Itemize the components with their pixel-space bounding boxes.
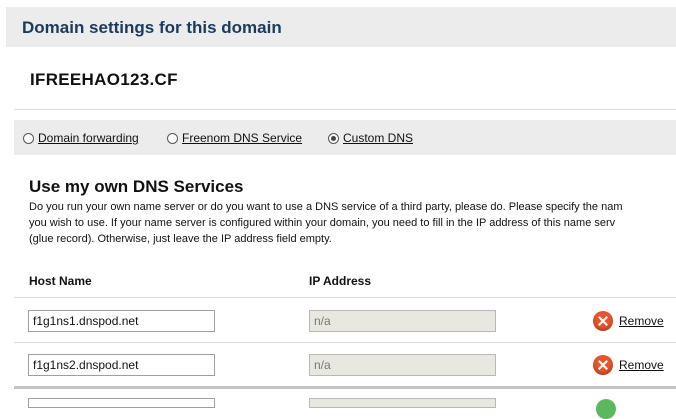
row-divider — [14, 297, 676, 298]
remove-link[interactable]: Remove — [619, 358, 664, 372]
header-bar: Domain settings for this domain — [6, 7, 676, 47]
option-domain-forwarding[interactable]: Domain forwarding — [23, 131, 139, 145]
description-line: (glue record). Otherwise, just leave the… — [29, 233, 332, 245]
divider — [14, 109, 676, 110]
remove-icon[interactable] — [593, 355, 613, 375]
ip-address-input[interactable] — [309, 354, 496, 376]
host-name-input[interactable] — [28, 310, 215, 332]
option-label[interactable]: Custom DNS — [343, 131, 413, 145]
remove-icon[interactable] — [593, 311, 613, 331]
column-header-host: Host Name — [29, 274, 92, 288]
option-label[interactable]: Domain forwarding — [38, 131, 139, 145]
radio-domain-forwarding[interactable] — [23, 132, 34, 144]
host-name-input[interactable] — [28, 398, 215, 408]
remove-button[interactable]: Remove — [593, 355, 664, 375]
row-divider — [14, 342, 676, 343]
radio-freenom-dns[interactable] — [167, 132, 178, 144]
section-description: Do you run your own name server or do yo… — [29, 199, 676, 247]
page-title: Domain settings for this domain — [22, 18, 282, 37]
radio-custom-dns[interactable] — [328, 132, 339, 144]
description-line: Do you run your own name server or do yo… — [29, 201, 623, 213]
option-freenom-dns[interactable]: Freenom DNS Service — [167, 131, 302, 145]
ip-address-input[interactable] — [309, 310, 496, 332]
host-name-input[interactable] — [28, 354, 215, 376]
column-header-ip: IP Address — [309, 274, 372, 288]
option-label[interactable]: Freenom DNS Service — [182, 131, 302, 145]
option-custom-dns[interactable]: Custom DNS — [328, 131, 413, 145]
section-title: Use my own DNS Services — [29, 177, 244, 196]
remove-button[interactable]: Remove — [593, 311, 664, 331]
add-icon[interactable] — [596, 399, 616, 419]
dns-options-bar: Domain forwarding Freenom DNS Service Cu… — [14, 120, 676, 155]
remove-link[interactable]: Remove — [619, 314, 664, 328]
description-line: you wish to use. If your name server is … — [29, 217, 616, 229]
ip-address-input[interactable] — [309, 398, 496, 408]
domain-name: IFREEHAO123.CF — [30, 70, 178, 89]
row-divider — [14, 386, 676, 389]
